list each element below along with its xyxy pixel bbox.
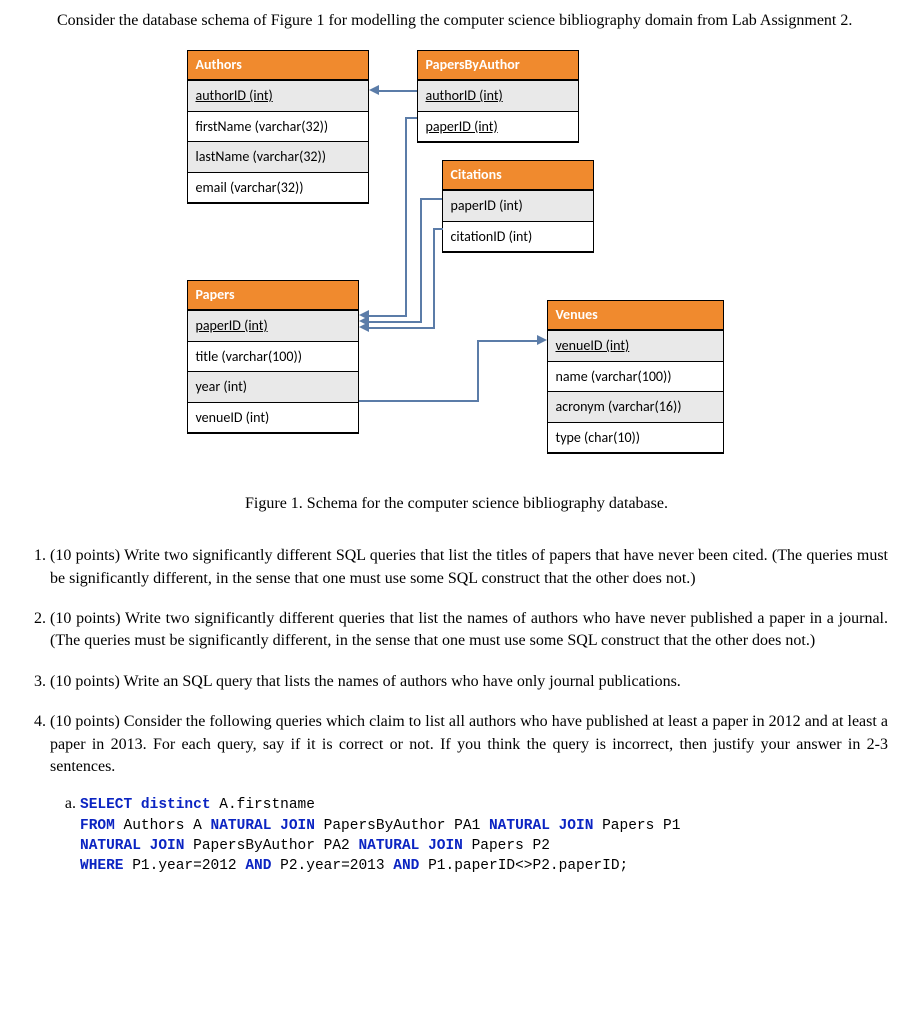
table-column: name (varchar(100))	[548, 362, 723, 393]
table-header: Authors	[188, 51, 368, 81]
table-header: Venues	[548, 301, 723, 331]
fk-arrow-line	[435, 228, 443, 230]
fk-arrow-line	[405, 117, 407, 317]
sql-code-block: SELECT distinct A.firstname FROM Authors…	[80, 795, 888, 876]
fk-arrow-line	[367, 327, 435, 329]
table-venues: Venues venueID (int) name (varchar(100))…	[547, 300, 724, 454]
table-header: PapersByAuthor	[418, 51, 578, 81]
table-column: firstName (varchar(32))	[188, 112, 368, 143]
question-4-text: (10 points) Consider the following queri…	[50, 713, 888, 775]
table-papers: Papers paperID (int) title (varchar(100)…	[187, 280, 359, 434]
fk-arrow-line	[477, 340, 539, 342]
fk-arrow-line	[422, 198, 442, 200]
table-column: venueID (int)	[548, 331, 723, 362]
question-4a: SELECT distinct A.firstname FROM Authors…	[80, 793, 888, 876]
question-3: (10 points) Write an SQL query that list…	[50, 671, 888, 693]
fk-arrow-line	[477, 340, 479, 402]
question-2: (10 points) Write two significantly diff…	[50, 608, 888, 653]
table-column: citationID (int)	[443, 222, 593, 253]
table-column: paperID (int)	[418, 112, 578, 143]
table-column: venueID (int)	[188, 403, 358, 434]
table-column: authorID (int)	[188, 81, 368, 112]
figure-caption: Figure 1. Schema for the computer scienc…	[25, 493, 888, 515]
table-column: year (int)	[188, 372, 358, 403]
table-column: paperID (int)	[188, 311, 358, 342]
fk-arrow-head-icon	[537, 335, 547, 345]
table-column: title (varchar(100))	[188, 342, 358, 373]
table-papers-by-author: PapersByAuthor authorID (int) paperID (i…	[417, 50, 579, 143]
table-column: email (varchar(32))	[188, 173, 368, 204]
table-column: type (char(10))	[548, 423, 723, 454]
intro-paragraph: Consider the database schema of Figure 1…	[25, 10, 888, 32]
schema-diagram: Authors authorID (int) firstName (varcha…	[187, 50, 727, 460]
question-4-sublist: SELECT distinct A.firstname FROM Authors…	[50, 793, 888, 876]
fk-arrow-head-icon	[369, 85, 379, 95]
fk-arrow-head-icon	[359, 322, 369, 332]
table-column: acronym (varchar(16))	[548, 392, 723, 423]
fk-arrow-line	[367, 315, 407, 317]
table-header: Papers	[188, 281, 358, 311]
table-authors: Authors authorID (int) firstName (varcha…	[187, 50, 369, 204]
question-1: (10 points) Write two significantly diff…	[50, 545, 888, 590]
table-column: authorID (int)	[418, 81, 578, 112]
table-header: Citations	[443, 161, 593, 191]
fk-arrow-line	[407, 117, 417, 119]
table-citations: Citations paperID (int) citationID (int)	[442, 160, 594, 253]
fk-arrow-line	[420, 198, 422, 323]
fk-arrow-line	[367, 321, 422, 323]
figure-1: Authors authorID (int) firstName (varcha…	[25, 50, 888, 515]
question-4: (10 points) Consider the following queri…	[50, 711, 888, 876]
fk-arrow-line	[359, 400, 479, 402]
fk-arrow-line	[433, 228, 435, 328]
fk-arrow-line	[377, 90, 417, 92]
table-column: lastName (varchar(32))	[188, 142, 368, 173]
table-column: paperID (int)	[443, 191, 593, 222]
questions-list: (10 points) Write two significantly diff…	[25, 545, 888, 876]
